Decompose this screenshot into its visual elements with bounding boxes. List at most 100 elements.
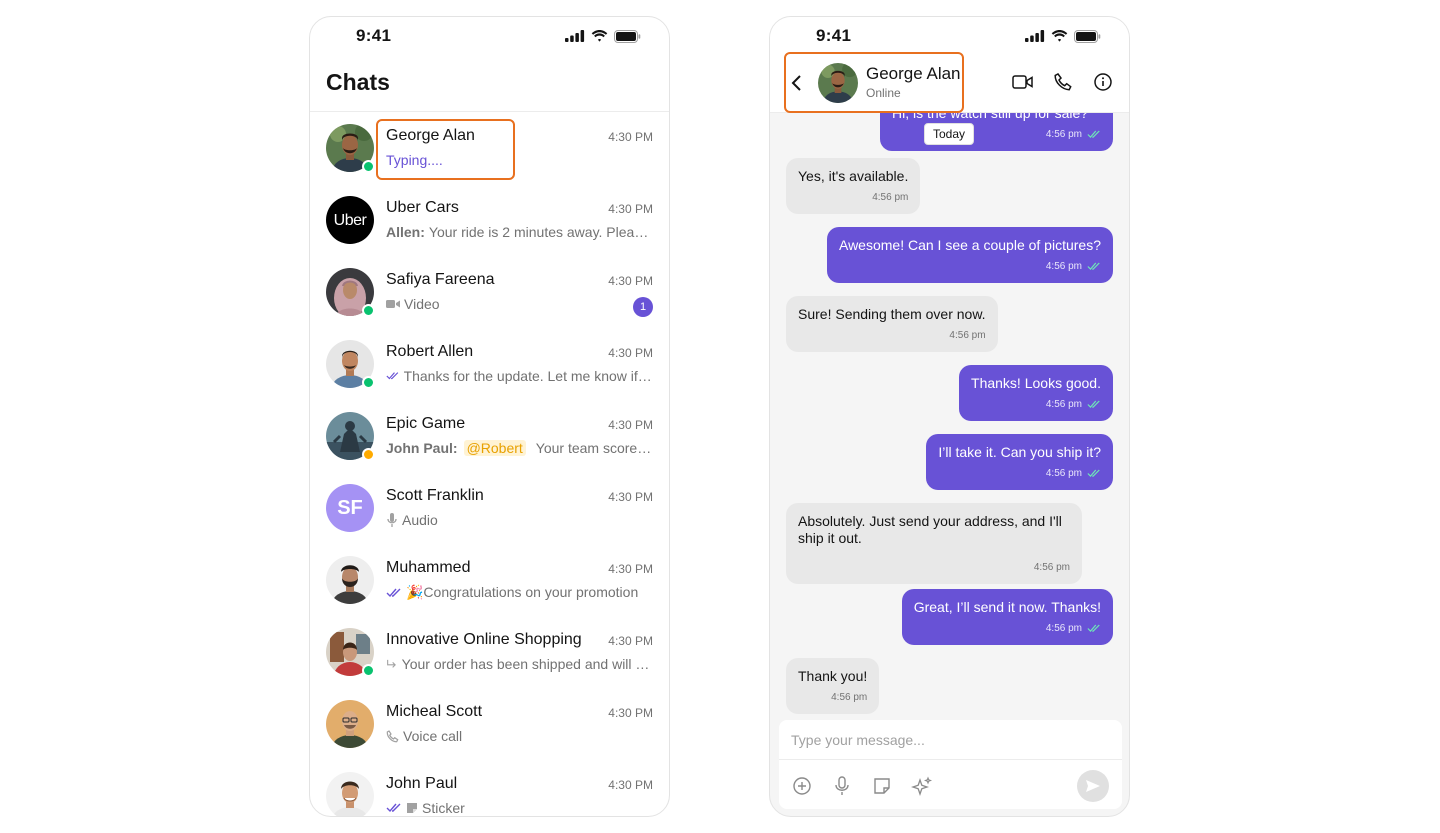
message-time: 4:56 pm bbox=[1045, 623, 1082, 634]
chat-time: 4:30 PM bbox=[608, 562, 653, 576]
message-time: 4:56 pm bbox=[872, 192, 909, 203]
message-composer bbox=[779, 720, 1122, 809]
chat-subtitle: Sticker bbox=[422, 800, 465, 816]
message-bubble-incoming[interactable]: Absolutely. Just send your address, and … bbox=[786, 503, 1082, 584]
chat-name: Micheal Scott bbox=[386, 703, 483, 720]
avatar-initials: SF bbox=[337, 496, 363, 519]
chat-subtitle: Thanks for the update. Let me know if yo… bbox=[403, 368, 654, 384]
chat-row-innovative-online-shopping[interactable]: Innovative Online Shopping 4:30 PM Your … bbox=[310, 628, 669, 700]
video-call-icon[interactable] bbox=[1012, 72, 1034, 92]
status-icons bbox=[1025, 29, 1101, 43]
chat-subtitle: Your order has been shipped and will arr… bbox=[401, 656, 654, 672]
message-bubble-incoming[interactable]: Thank you! 4:56 pm bbox=[786, 658, 880, 714]
chat-row-muhammed[interactable]: Muhammed 4:30 PM 🎉Congratulations on you… bbox=[310, 556, 669, 628]
chat-time: 4:30 PM bbox=[608, 346, 653, 360]
chat-header: George Alan Online bbox=[770, 55, 1129, 113]
send-icon bbox=[1086, 780, 1100, 792]
chat-preview: John Paul: @Robert Your team scored a goal bbox=[386, 440, 654, 456]
message-text: Yes, it's available. bbox=[798, 168, 909, 184]
mic-icon[interactable] bbox=[834, 776, 850, 796]
chat-time: 4:30 PM bbox=[608, 778, 653, 792]
message-text: Absolutely. Just send your address, and … bbox=[798, 513, 1062, 546]
chat-row-safiya-fareena[interactable]: Safiya Fareena 4:30 PM Video 1 bbox=[310, 268, 669, 340]
voice-call-icon[interactable] bbox=[1054, 72, 1072, 92]
message-text: Thank you! bbox=[798, 668, 868, 684]
chat-time: 4:30 PM bbox=[608, 202, 653, 216]
chat-row-micheal-scott[interactable]: Micheal Scott 4:30 PM Voice call bbox=[310, 700, 669, 772]
chat-name: Scott Franklin bbox=[386, 487, 484, 504]
status-icons bbox=[565, 29, 641, 43]
message-bubble-incoming[interactable]: Sure! Sending them over now. 4:56 pm bbox=[786, 296, 998, 352]
chat-row-john-paul[interactable]: John Paul 4:30 PM Sticker bbox=[310, 772, 669, 816]
message-time: 4:56 pm bbox=[1045, 129, 1082, 140]
unread-count-badge: 1 bbox=[633, 297, 653, 317]
chat-subtitle: Voice call bbox=[403, 728, 463, 744]
online-status-dot bbox=[362, 304, 375, 317]
message-text: Hi, is the watch still up for sale? bbox=[892, 113, 1089, 121]
add-attachment-icon[interactable] bbox=[792, 776, 812, 796]
read-receipt-icon bbox=[386, 588, 401, 597]
message-time: 4:56 pm bbox=[1045, 399, 1082, 410]
chat-row-george-alan[interactable]: George Alan 4:30 PM Typing.... bbox=[310, 124, 669, 196]
ai-sparkle-icon[interactable] bbox=[911, 776, 933, 798]
message-bubble-outgoing[interactable]: Thanks! Looks good. 4:56 pm bbox=[959, 365, 1113, 421]
chat-preview: Video bbox=[386, 296, 654, 312]
typing-indicator: Typing.... bbox=[386, 152, 654, 168]
chat-preview: Allen: Your ride is 2 minutes away. Pleas… bbox=[386, 224, 654, 240]
uber-logo-avatar: Uber bbox=[326, 196, 374, 244]
wifi-icon bbox=[1051, 30, 1068, 42]
chat-subtitle: Audio bbox=[402, 512, 438, 528]
chat-name: Robert Allen bbox=[386, 343, 474, 360]
message-bubble-outgoing[interactable]: I’ll take it. Can you ship it? 4:56 pm bbox=[926, 434, 1113, 490]
initials-avatar: SF bbox=[326, 484, 374, 532]
chat-preview: Audio bbox=[386, 512, 654, 528]
sticker-icon[interactable] bbox=[872, 776, 892, 796]
message-bubble-outgoing[interactable]: Great, I’ll send it now. Thanks! 4:56 pm bbox=[901, 589, 1113, 645]
chat-row-robert-allen[interactable]: Robert Allen 4:30 PM Thanks for the upda… bbox=[310, 340, 669, 412]
message-bubble-outgoing[interactable]: Hi, is the watch still up for sale? 4:56… bbox=[880, 113, 1113, 151]
signal-icon bbox=[1025, 30, 1045, 42]
message-bubble-incoming[interactable]: Yes, it's available. 4:56 pm bbox=[786, 158, 921, 214]
conversation-screen: 9:41 George Alan Online Hi, is the watch… bbox=[769, 16, 1130, 817]
date-separator: Today bbox=[924, 123, 975, 145]
uber-logo-text: Uber bbox=[334, 212, 368, 229]
message-text: Thanks! Looks good. bbox=[971, 375, 1101, 391]
chat-subtitle: Video bbox=[404, 296, 440, 312]
read-receipt-icon bbox=[386, 803, 401, 813]
contact-name[interactable]: George Alan bbox=[866, 64, 961, 84]
chat-row-uber-cars[interactable]: Uber Uber Cars 4:30 PM Allen: Your ride i… bbox=[310, 196, 669, 268]
message-input[interactable] bbox=[779, 720, 1122, 760]
read-receipt-icon bbox=[1087, 469, 1100, 478]
sender-name: Allen: bbox=[386, 224, 425, 240]
divider bbox=[310, 111, 669, 112]
chat-row-epic-game[interactable]: Epic Game 4:30 PM John Paul: @Robert Your … bbox=[310, 412, 669, 484]
message-list: Hi, is the watch still up for sale? 4:56… bbox=[770, 113, 1129, 719]
back-arrow-icon[interactable] bbox=[790, 72, 804, 94]
message-text: Awesome! Can I see a couple of pictures? bbox=[838, 237, 1101, 253]
wifi-icon bbox=[591, 30, 608, 42]
chat-subtitle: Typing.... bbox=[386, 152, 443, 168]
send-button[interactable] bbox=[1077, 770, 1109, 802]
sender-name: John Paul: bbox=[386, 440, 458, 456]
message-time: 4:56 pm bbox=[949, 330, 986, 341]
online-status-dot bbox=[362, 376, 375, 389]
chat-preview: Thanks for the update. Let me know if yo… bbox=[386, 368, 654, 384]
group-status-dot bbox=[362, 448, 375, 461]
chat-row-scott-franklin[interactable]: SF Scott Franklin 4:30 PM Audio bbox=[310, 484, 669, 556]
chat-time: 4:30 PM bbox=[608, 130, 653, 144]
chat-name: Innovative Online Shopping bbox=[386, 631, 582, 648]
read-receipt-icon bbox=[1087, 130, 1100, 139]
phone-icon bbox=[386, 729, 399, 742]
mention-tag: @Robert bbox=[463, 440, 526, 456]
chat-subtitle: Your team scored a goal bbox=[535, 440, 654, 456]
signal-icon bbox=[565, 30, 585, 42]
info-icon[interactable] bbox=[1093, 72, 1113, 92]
avatar bbox=[326, 772, 374, 816]
message-time: 4:56 pm bbox=[831, 692, 868, 703]
read-receipt-icon bbox=[386, 372, 399, 380]
message-bubble-outgoing[interactable]: Awesome! Can I see a couple of pictures?… bbox=[826, 227, 1113, 283]
battery-icon bbox=[1074, 29, 1101, 43]
chat-time: 4:30 PM bbox=[608, 634, 653, 648]
header-avatar[interactable] bbox=[818, 63, 858, 103]
chat-preview: Your order has been shipped and will arr… bbox=[386, 656, 654, 672]
